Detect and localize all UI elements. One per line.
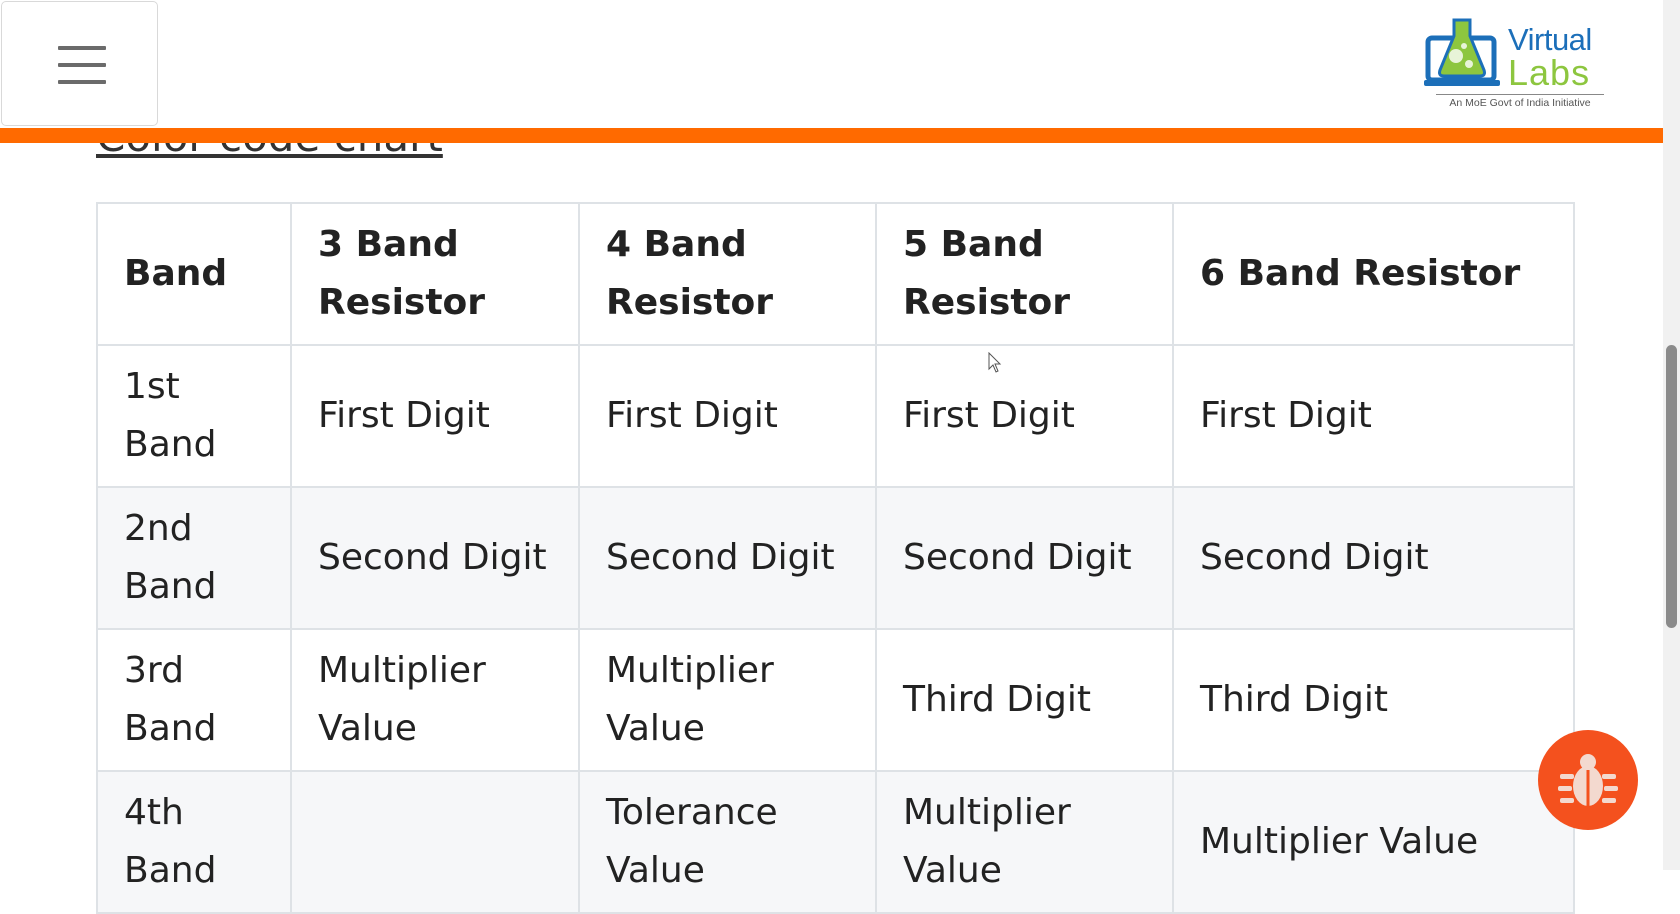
virtual-labs-logo[interactable]: Virtual Labs An MoE Govt of India Initia… <box>1424 12 1604 112</box>
table-row: 1st Band First Digit First Digit First D… <box>96 344 1575 488</box>
table-header-row: Band 3 Band Resistor 4 Band Resistor 5 B… <box>96 202 1575 346</box>
table-cell: Multiplier Value <box>578 628 877 772</box>
report-bug-button[interactable] <box>1538 730 1638 830</box>
table-cell: Second Digit <box>1172 486 1575 630</box>
table-header-cell: 5 Band Resistor <box>875 202 1174 346</box>
hamburger-icon <box>58 46 106 50</box>
table-cell: First Digit <box>578 344 877 488</box>
table-cell: Multiplier Value <box>290 628 580 772</box>
table-cell: Second Digit <box>578 486 877 630</box>
table-cell: First Digit <box>875 344 1174 488</box>
table-cell: First Digit <box>290 344 580 488</box>
table-cell-band: 2nd Band <box>96 486 292 630</box>
hamburger-icon-bar <box>58 80 106 84</box>
logo-tagline: An MoE Govt of India Initiative <box>1436 94 1604 109</box>
table-cell-band: 3rd Band <box>96 628 292 772</box>
table-header-cell: Band <box>96 202 292 346</box>
mouse-cursor-icon <box>988 352 1002 373</box>
header-accent-bar <box>0 128 1663 143</box>
table-cell: Third Digit <box>875 628 1174 772</box>
table-header-cell: 6 Band Resistor <box>1172 202 1575 346</box>
flask-monitor-icon <box>1424 18 1500 86</box>
table-cell: Third Digit <box>1172 628 1575 772</box>
table-cell: Multiplier Value <box>875 770 1174 914</box>
table-cell: Multiplier Value <box>1172 770 1575 914</box>
scrollbar-thumb[interactable] <box>1666 345 1677 628</box>
table-header-cell: 4 Band Resistor <box>578 202 877 346</box>
table-cell-band: 4th Band <box>96 770 292 914</box>
table-cell <box>290 770 580 914</box>
resistor-color-code-table: Band 3 Band Resistor 4 Band Resistor 5 B… <box>96 202 1575 914</box>
table-row: 4th Band Tolerance Value Multiplier Valu… <box>96 770 1575 914</box>
site-header: Virtual Labs An MoE Govt of India Initia… <box>0 0 1663 128</box>
table-cell: Second Digit <box>290 486 580 630</box>
table-row: 3rd Band Multiplier Value Multiplier Val… <box>96 628 1575 772</box>
table-cell: Tolerance Value <box>578 770 877 914</box>
logo-text-labs: Labs <box>1508 52 1591 93</box>
table-row: 2nd Band Second Digit Second Digit Secon… <box>96 486 1575 630</box>
hamburger-icon-bar <box>58 63 106 67</box>
menu-button[interactable] <box>1 1 158 126</box>
bug-icon <box>1558 754 1618 806</box>
table-cell: First Digit <box>1172 344 1575 488</box>
table-cell: Second Digit <box>875 486 1174 630</box>
table-header-cell: 3 Band Resistor <box>290 202 580 346</box>
table-cell-band: 1st Band <box>96 344 292 488</box>
